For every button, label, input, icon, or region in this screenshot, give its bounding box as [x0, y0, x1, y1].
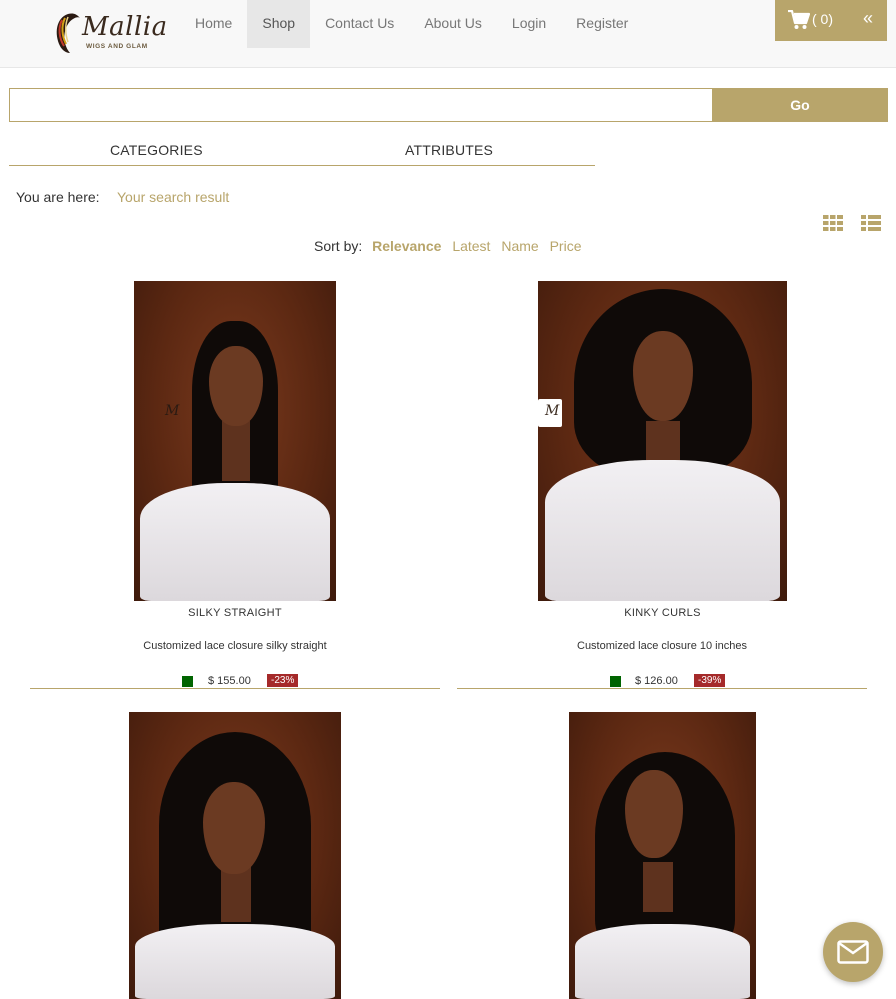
product-title[interactable]: SILKY STRAIGHT: [134, 607, 336, 619]
nav-login[interactable]: Login: [497, 0, 561, 48]
sort-relevance[interactable]: Relevance: [372, 238, 441, 254]
tab-attributes[interactable]: ATTRIBUTES: [405, 142, 493, 158]
tab-categories[interactable]: CATEGORIES: [110, 142, 203, 158]
breadcrumb-current[interactable]: Your search result: [117, 189, 229, 205]
sort-bar: Sort by: Relevance Latest Name Price: [314, 238, 589, 254]
nav-about-us[interactable]: About Us: [409, 0, 497, 48]
discount-badge: -23%: [267, 674, 299, 687]
logo-silhouette-icon: [56, 13, 80, 54]
nav-contact-us[interactable]: Contact Us: [310, 0, 409, 48]
list-view-icon[interactable]: [861, 215, 881, 231]
cart-count[interactable]: ( 0): [812, 11, 833, 27]
envelope-icon[interactable]: [837, 940, 869, 964]
chat-button[interactable]: [823, 922, 883, 982]
brand-tagline: WIGS AND GLAM: [86, 43, 148, 50]
brand-name: Mallia: [82, 12, 168, 42]
product-image[interactable]: M: [538, 281, 787, 601]
product-divider: [30, 688, 440, 689]
sort-price[interactable]: Price: [550, 238, 582, 254]
sort-label: Sort by:: [314, 238, 363, 254]
sort-name[interactable]: Name: [501, 238, 538, 254]
in-stock-indicator: [182, 676, 193, 687]
product-divider: [457, 688, 867, 689]
product-image[interactable]: [569, 712, 756, 999]
product-price: $ 155.00: [208, 675, 251, 687]
double-chevron-left-icon[interactable]: «: [863, 8, 873, 29]
nav-home[interactable]: Home: [180, 0, 247, 48]
shopping-cart-icon[interactable]: [788, 10, 810, 30]
search-go-button[interactable]: Go: [712, 88, 888, 122]
product-image[interactable]: [129, 712, 341, 999]
search-input[interactable]: [9, 88, 713, 122]
product-title[interactable]: KINKY CURLS: [538, 607, 787, 619]
product-price: $ 126.00: [635, 675, 678, 687]
grid-view-icon[interactable]: [823, 215, 843, 231]
brand-logo[interactable]: Mallia WIGS AND GLAM: [50, 10, 167, 56]
filter-tabs: CATEGORIES ATTRIBUTES: [9, 134, 595, 166]
sort-latest[interactable]: Latest: [452, 238, 490, 254]
site-header: Mallia WIGS AND GLAM Home Shop Contact U…: [0, 0, 896, 68]
product-image[interactable]: M: [134, 281, 336, 601]
discount-badge: -39%: [694, 674, 726, 687]
nav-shop[interactable]: Shop: [247, 0, 311, 48]
product-description: Customized lace closure silky straight: [143, 640, 327, 652]
product-description: Customized lace closure 10 inches: [577, 640, 747, 652]
in-stock-indicator: [610, 676, 621, 687]
nav-register[interactable]: Register: [561, 0, 643, 48]
breadcrumb-label: You are here:: [16, 189, 100, 205]
main-nav: Home Shop Contact Us About Us Login Regi…: [180, 0, 643, 48]
cart-widget[interactable]: ( 0) «: [775, 0, 887, 41]
